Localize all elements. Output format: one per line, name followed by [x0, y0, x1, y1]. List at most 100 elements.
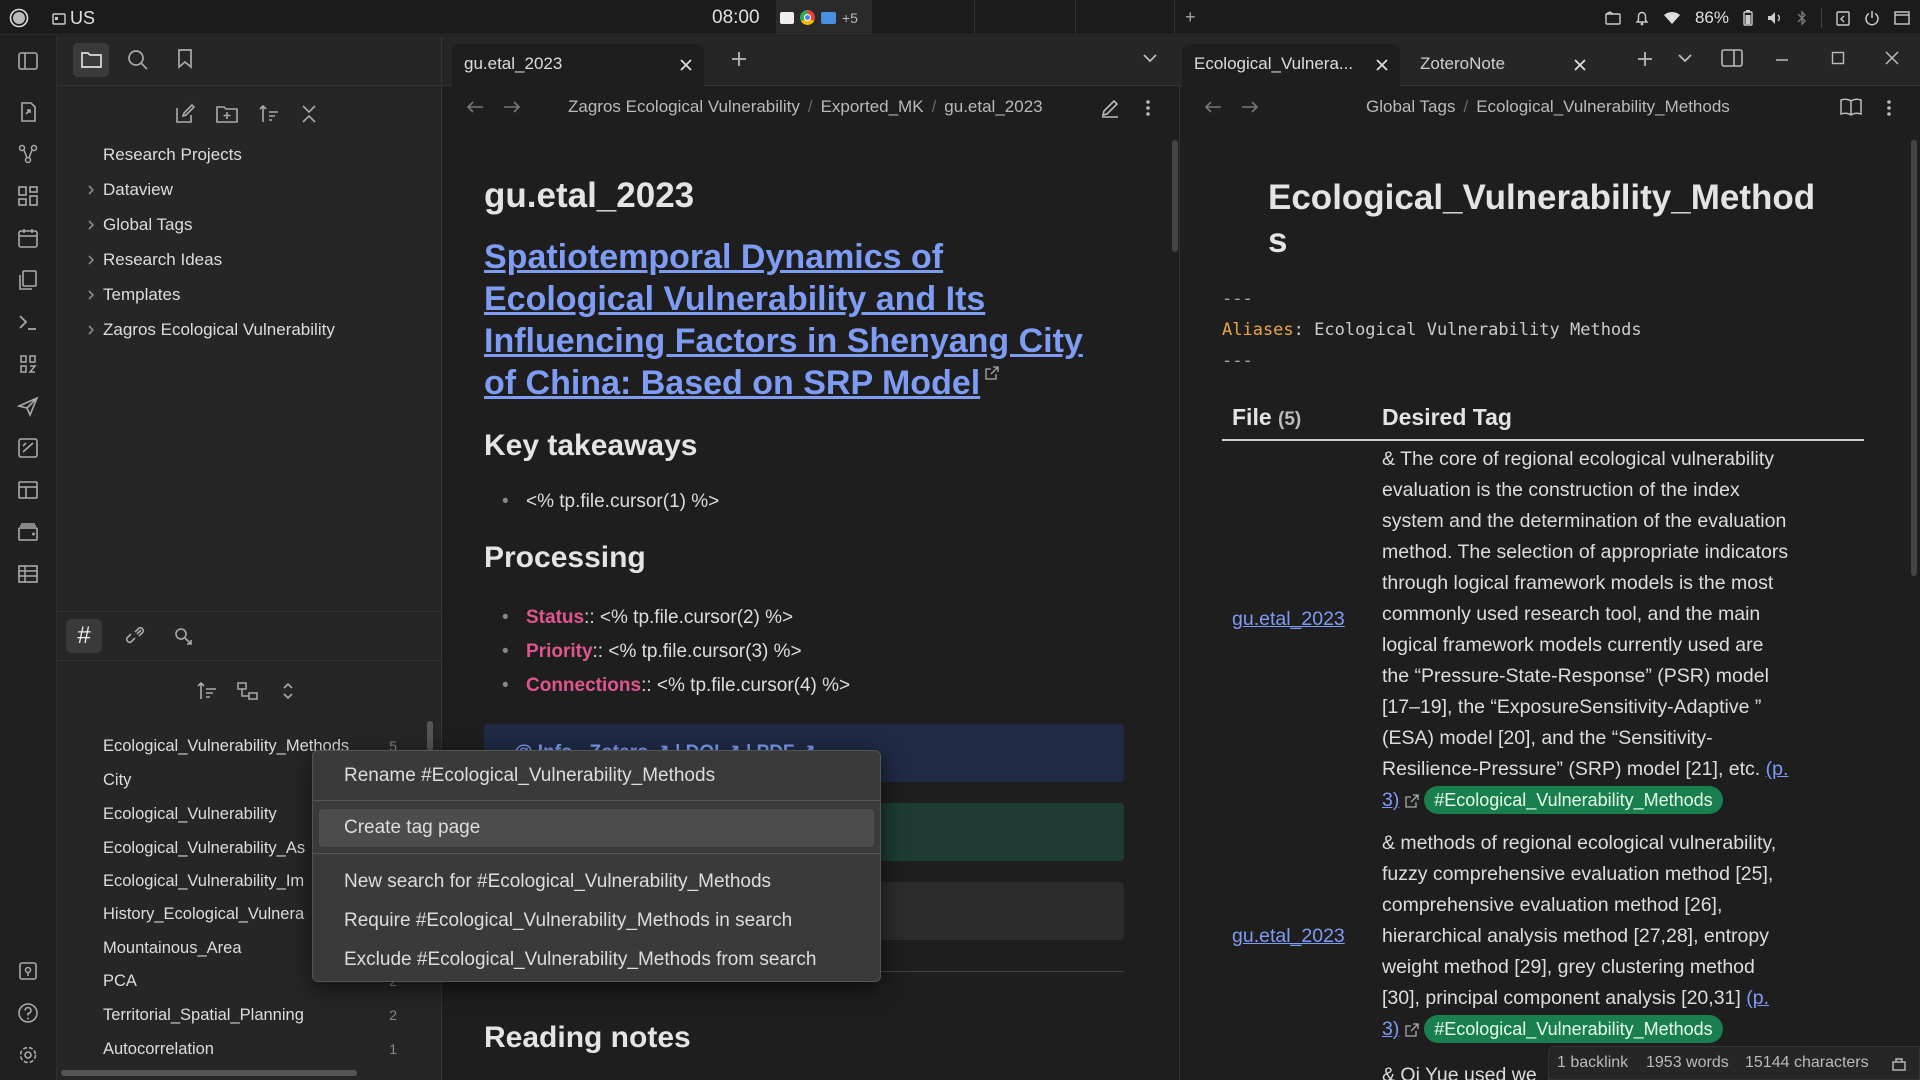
tray-more-count[interactable]: +5	[842, 10, 858, 26]
menu-item-exclude-from-search[interactable]: Exclude #Ecological_Vulnerability_Method…	[319, 941, 874, 979]
tag-item[interactable]: Autocorrelation 1	[57, 1035, 427, 1065]
property-key[interactable]: Connections	[526, 675, 641, 696]
close-icon[interactable]	[1572, 57, 1588, 73]
bluetooth-icon[interactable]	[1797, 9, 1807, 26]
breadcrumb-item[interactable]: gu.etal_2023	[944, 97, 1042, 117]
excalidraw-icon[interactable]	[17, 437, 39, 459]
more-options-icon[interactable]	[1886, 98, 1892, 118]
close-window-icon[interactable]	[1885, 51, 1899, 65]
back-arrow-icon[interactable]	[466, 100, 484, 114]
collapse-all-icon[interactable]	[300, 104, 318, 124]
battery-icon[interactable]	[1743, 9, 1753, 26]
breadcrumb-item[interactable]: Exported_MK	[821, 97, 924, 117]
tab-list-chevron-icon[interactable]	[1677, 52, 1693, 64]
keyboard-layout-indicator[interactable]: US	[52, 8, 95, 29]
menu-item-new-search[interactable]: New search for #Ecological_Vulnerability…	[319, 863, 874, 901]
settings-gear-icon[interactable]	[17, 1044, 39, 1066]
tag-pill[interactable]: #Ecological_Vulnerability_Methods	[1424, 1015, 1723, 1043]
wifi-icon[interactable]	[1663, 11, 1681, 25]
edit-pencil-icon[interactable]	[1100, 98, 1120, 118]
tab-zoteronote[interactable]: ZoteroNote	[1402, 44, 1598, 86]
window-icon[interactable]	[780, 11, 794, 24]
forward-arrow-icon[interactable]	[1241, 100, 1259, 114]
open-quick-switcher-icon[interactable]	[17, 101, 39, 123]
frontmatter[interactable]: --- Aliases: Ecological Vulnerability Me…	[1222, 284, 1642, 377]
page-link[interactable]: 3)	[1382, 789, 1399, 811]
daily-note-icon[interactable]	[17, 227, 39, 249]
maximize-icon[interactable]	[1831, 51, 1845, 65]
folder-icon[interactable]	[821, 11, 836, 24]
tag-pill[interactable]: #Ecological_Vulnerability_Methods	[1424, 786, 1723, 814]
property-key[interactable]: Status	[526, 607, 584, 628]
backlink-count[interactable]: 1 backlink	[1557, 1054, 1628, 1072]
templates-icon[interactable]	[17, 269, 39, 291]
new-tab-icon[interactable]	[1636, 50, 1654, 68]
toggle-right-sidebar-icon[interactable]	[1721, 48, 1743, 68]
tab-gu-etal-2023[interactable]: gu.etal_2023	[452, 44, 704, 86]
new-tab-icon[interactable]	[730, 50, 748, 68]
page-link[interactable]: 3)	[1382, 1018, 1399, 1040]
new-folder-icon[interactable]	[216, 104, 238, 124]
folder-global-tags[interactable]: Global Tags	[57, 210, 442, 240]
bookmark-icon[interactable]	[177, 48, 193, 69]
forward-arrow-icon[interactable]	[503, 100, 521, 114]
clock[interactable]: 08:00	[712, 7, 760, 29]
reading-view-icon[interactable]	[1840, 98, 1862, 116]
terminal-icon[interactable]	[17, 311, 39, 333]
editor-scrollbar[interactable]	[1911, 140, 1917, 576]
app-tray[interactable]: +5	[776, 0, 872, 35]
menu-item-create-tag-page[interactable]: Create tag page	[319, 809, 874, 847]
tab-list-chevron-icon[interactable]	[1142, 52, 1158, 64]
sync-status-icon[interactable]	[1891, 1056, 1907, 1072]
tag-item[interactable]: Territorial_Spatial_Planning 2	[57, 1001, 427, 1031]
toggle-sidebar-icon[interactable]	[17, 50, 39, 72]
folder-dataview[interactable]: Dataview	[57, 175, 442, 205]
more-options-icon[interactable]	[1145, 98, 1151, 118]
minimize-icon[interactable]	[1775, 58, 1789, 62]
tag-hierarchy-icon[interactable]	[237, 682, 259, 700]
power-icon[interactable]	[1864, 10, 1880, 26]
page-link[interactable]: (p.	[1766, 758, 1789, 780]
back-arrow-icon[interactable]	[1204, 100, 1222, 114]
canvas-icon[interactable]	[17, 185, 39, 207]
os-menu-icon[interactable]	[9, 8, 29, 28]
page-link[interactable]: (p.	[1746, 987, 1769, 1009]
zotero-icon[interactable]	[17, 353, 39, 375]
vault-switcher-icon[interactable]	[17, 960, 39, 982]
show-desktop-icon[interactable]	[1894, 10, 1910, 25]
layout-icon[interactable]	[17, 479, 39, 501]
breadcrumb-item[interactable]: Global Tags	[1366, 97, 1455, 117]
horizontal-scrollbar[interactable]	[61, 1070, 357, 1076]
files-icon[interactable]	[1605, 10, 1621, 25]
breadcrumb-item[interactable]: Ecological_Vulnerability_Methods	[1476, 97, 1730, 117]
outgoing-links-icon[interactable]	[173, 626, 193, 646]
property-key[interactable]: Priority	[526, 641, 593, 662]
new-note-icon[interactable]	[174, 103, 196, 125]
folder-templates[interactable]: Templates	[57, 280, 442, 310]
chrome-icon[interactable]	[800, 10, 815, 25]
expand-collapse-icon[interactable]	[281, 682, 295, 700]
sort-icon[interactable]	[258, 104, 280, 124]
header-file[interactable]: File (5)	[1232, 404, 1301, 431]
send-icon[interactable]	[17, 395, 39, 417]
note-content[interactable]: gu.etal_2023	[484, 176, 1164, 216]
close-icon[interactable]	[1374, 57, 1390, 73]
close-icon[interactable]	[678, 57, 694, 73]
bell-icon[interactable]	[1635, 10, 1649, 26]
clipboard-icon[interactable]	[1836, 10, 1850, 26]
file-link[interactable]: gu.etal_2023	[1232, 921, 1345, 952]
paper-title-link[interactable]: Spatiotemporal Dynamics of Ecological Vu…	[484, 236, 1164, 404]
header-desired-tag[interactable]: Desired Tag	[1382, 404, 1512, 431]
search-icon[interactable]	[127, 49, 148, 70]
menu-item-require-in-search[interactable]: Require #Ecological_Vulnerability_Method…	[319, 902, 874, 940]
help-icon[interactable]	[17, 1002, 39, 1024]
volume-icon[interactable]	[1767, 11, 1783, 25]
breadcrumb-item[interactable]: Zagros Ecological Vulnerability	[568, 97, 800, 117]
tags-tab[interactable]: #	[66, 619, 102, 653]
new-workspace-icon[interactable]: +	[1185, 7, 1196, 28]
file-link[interactable]: gu.etal_2023	[1232, 604, 1345, 635]
kanban-icon[interactable]	[17, 521, 39, 543]
menu-item-rename-tag[interactable]: Rename #Ecological_Vulnerability_Methods	[319, 757, 874, 795]
table-icon[interactable]	[17, 563, 39, 585]
tab-ecological-vulnerability[interactable]: Ecological_Vulnera...	[1182, 44, 1400, 86]
